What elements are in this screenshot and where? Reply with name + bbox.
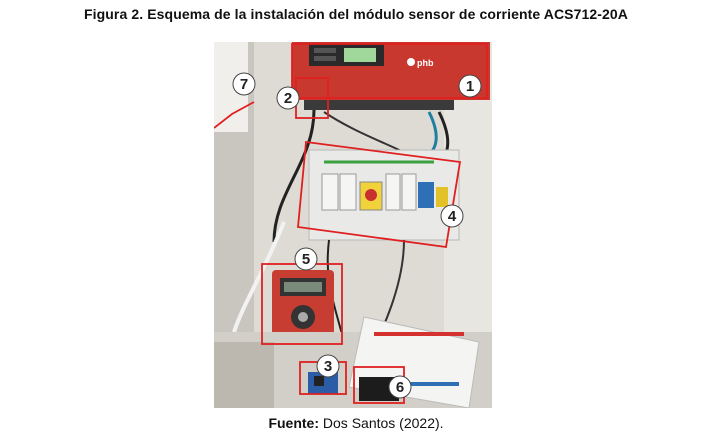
callout-7: 7 <box>240 76 248 93</box>
inverter-brand-text: phb <box>417 58 434 68</box>
source-text: Dos Santos (2022). <box>322 415 444 431</box>
figure-source: Fuente: Dos Santos (2022). <box>0 415 712 431</box>
source-label: Fuente: <box>268 415 320 431</box>
callout-3: 3 <box>324 358 332 375</box>
callout-6: 6 <box>396 379 404 396</box>
figure-caption: Figura 2. Esquema de la instalación del … <box>83 6 628 22</box>
callout-4: 4 <box>448 208 457 225</box>
installation-photo: phb 1 2 3 4 5 6 7 <box>214 42 492 408</box>
callout-5: 5 <box>302 251 310 268</box>
callout-1: 1 <box>466 78 474 95</box>
callout-2: 2 <box>284 90 292 107</box>
